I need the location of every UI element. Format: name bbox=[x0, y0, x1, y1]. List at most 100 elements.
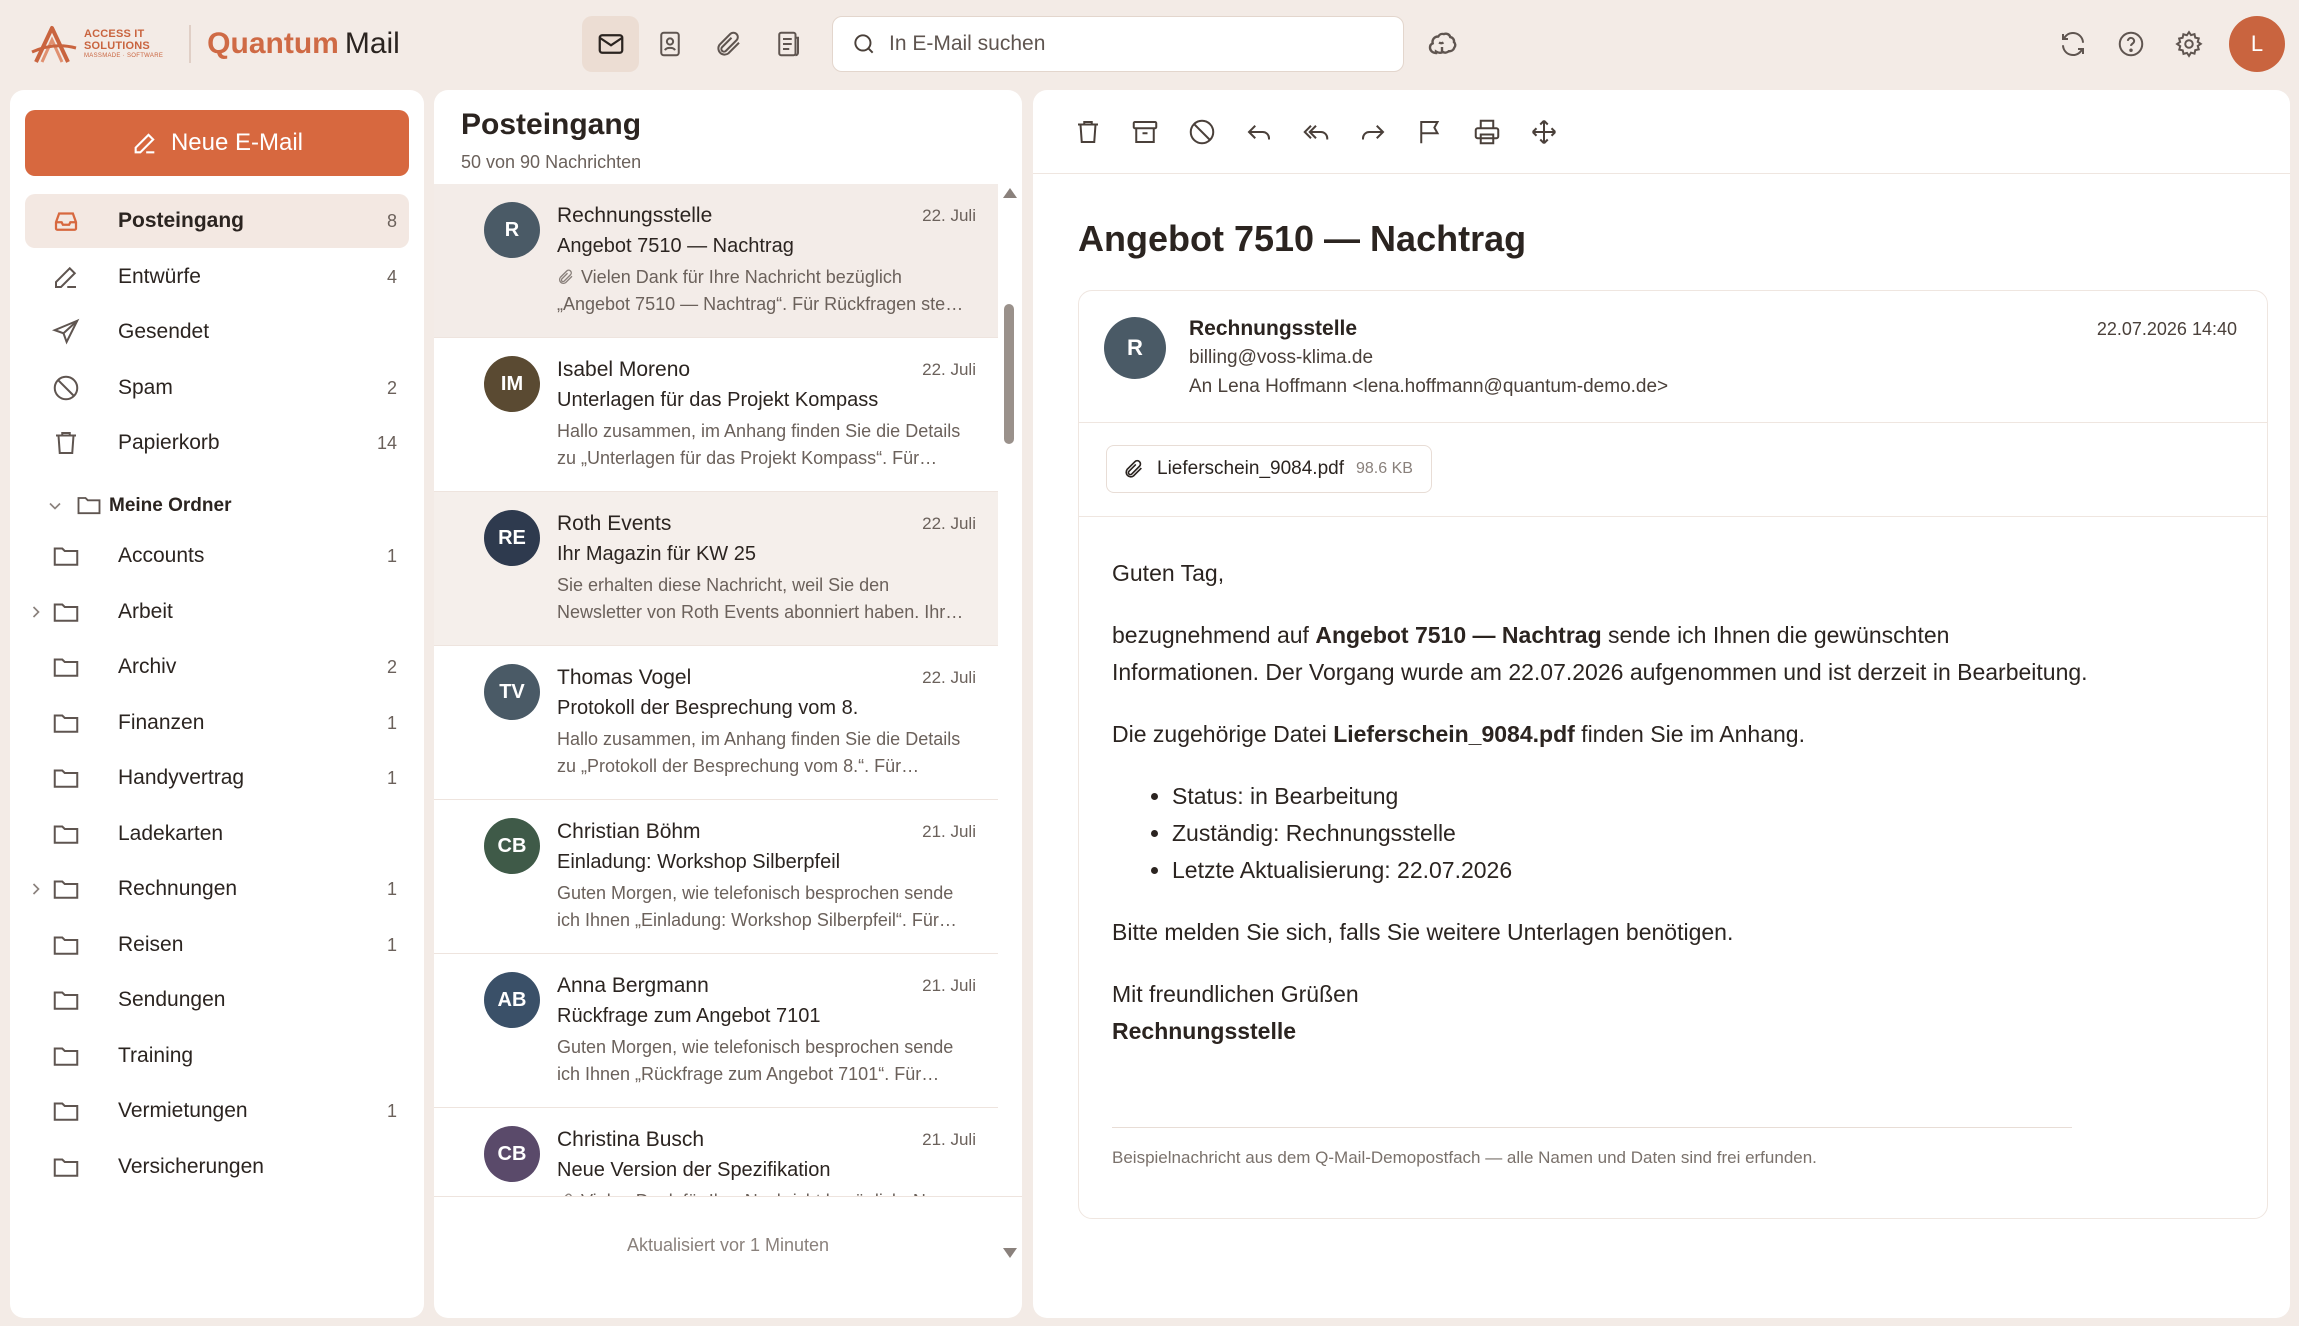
list-header: Posteingang 50 von 90 Nachrichten bbox=[461, 108, 641, 173]
sender-avatar: AB bbox=[484, 972, 540, 1028]
list-footer: Aktualisiert vor 1 Minuten bbox=[434, 1196, 1022, 1318]
sidebar-item-accounts[interactable]: Accounts 1 bbox=[25, 529, 409, 583]
sidebar-item-label: Vermietungen bbox=[118, 1099, 248, 1122]
unread-count: 1 bbox=[386, 712, 397, 733]
mail-icon[interactable] bbox=[582, 16, 639, 72]
body-paragraph-1: bezugnehmend auf Angebot 7510 — Nachtrag… bbox=[1112, 617, 2092, 691]
unread-count: 1 bbox=[386, 1100, 397, 1121]
footer-divider bbox=[1112, 1127, 2072, 1128]
sidebar-item-label: Finanzen bbox=[118, 711, 205, 734]
message-list-item[interactable]: CB Christian Böhm 21. Juli Einladung: Works… bbox=[434, 800, 998, 954]
closing: Mit freundlichen Grüßen bbox=[1112, 981, 1359, 1007]
message-subject: Angebot 7510 — Nachtrag bbox=[557, 235, 794, 257]
sender-avatar: CB bbox=[484, 818, 540, 874]
sidebar-item-reisen[interactable]: Reisen 1 bbox=[25, 918, 409, 972]
chevron-down-icon[interactable] bbox=[45, 496, 65, 516]
block-icon[interactable] bbox=[1184, 114, 1220, 150]
message-list-item[interactable]: IM Isabel Moreno 22. Juli Unterlagen für da… bbox=[434, 338, 998, 492]
pencil-icon bbox=[51, 262, 81, 292]
sidebar-item-ladekarten[interactable]: Ladekarten bbox=[25, 807, 409, 861]
message-list-item[interactable]: R Rechnungsstelle 22. Juli Angebot 7510 — N… bbox=[434, 184, 998, 338]
chevron-right-icon[interactable] bbox=[26, 602, 46, 622]
sidebar-item-rechnungen[interactable]: Rechnungen 1 bbox=[25, 862, 409, 916]
reply-icon[interactable] bbox=[1241, 114, 1277, 150]
folder-icon bbox=[51, 1152, 81, 1182]
list-item: Status: in Bearbeitung bbox=[1172, 778, 2092, 815]
paperclip-icon bbox=[1125, 459, 1142, 478]
sender-email[interactable]: billing@voss-klima.de bbox=[1189, 347, 1373, 369]
folder-icon bbox=[51, 874, 81, 904]
message-preview: Hallo zusammen, im Anhang finden Sie die… bbox=[557, 418, 977, 472]
sender-avatar: CB bbox=[484, 1126, 540, 1182]
folder-icon bbox=[51, 985, 81, 1015]
sidebar-item-label: Gesendet bbox=[118, 320, 210, 343]
notes-icon[interactable] bbox=[759, 16, 816, 72]
sidebar-item-handyvertrag[interactable]: Handyvertrag 1 bbox=[25, 751, 409, 805]
reply-all-icon[interactable] bbox=[1298, 114, 1334, 150]
app-logo[interactable]: ACCESS IT SOLUTIONS MASSMADE · SOFTWARE … bbox=[30, 20, 400, 68]
list-scrollbar[interactable] bbox=[1000, 188, 1018, 1258]
preview-text: Hallo zusammen, im Anhang finden Sie die… bbox=[557, 421, 961, 468]
sidebar-item-label: Versicherungen bbox=[118, 1155, 264, 1178]
my-folders-group[interactable]: Meine Ordner bbox=[25, 486, 409, 526]
greeting: Guten Tag, bbox=[1112, 560, 1225, 586]
preview-text: Guten Morgen, wie telefonisch besprochen… bbox=[557, 883, 957, 930]
text-span: Die zugehörige Datei bbox=[1112, 721, 1334, 747]
user-avatar[interactable]: L bbox=[2229, 16, 2285, 72]
settings-gear-icon[interactable] bbox=[2167, 16, 2211, 72]
search-box[interactable] bbox=[832, 16, 1404, 72]
sidebar-item-sendungen[interactable]: Sendungen bbox=[25, 973, 409, 1027]
paperclip-icon[interactable] bbox=[700, 16, 757, 72]
ai-assistant-icon[interactable] bbox=[1424, 26, 1460, 62]
message-list-item[interactable]: RE Roth Events 22. Juli Ihr Magazin für KW … bbox=[434, 492, 998, 646]
message-list-item[interactable]: CB Christina Busch 21. Juli Neue Version de… bbox=[434, 1108, 998, 1196]
search-input[interactable] bbox=[889, 32, 1403, 56]
forward-icon[interactable] bbox=[1355, 114, 1391, 150]
sidebar-item-inbox[interactable]: Posteingang 8 bbox=[25, 194, 409, 248]
last-updated-text: Aktualisiert vor 1 Minuten bbox=[626, 1235, 830, 1255]
help-icon[interactable] bbox=[2109, 16, 2153, 72]
sidebar-item-label: Entwürfe bbox=[118, 265, 201, 288]
sidebar-item-vermietungen[interactable]: Vermietungen 1 bbox=[25, 1084, 409, 1138]
refresh-icon[interactable] bbox=[2051, 16, 2095, 72]
move-icon[interactable] bbox=[1526, 114, 1562, 150]
demo-footnote: Beispielnachricht aus dem Q-Mail-Demopos… bbox=[1112, 1148, 1817, 1167]
logo-divider bbox=[189, 25, 192, 63]
sidebar-item-spam[interactable]: Spam 2 bbox=[25, 361, 409, 415]
message-list-item[interactable]: TV Thomas Vogel 22. Juli Protokoll der Besp… bbox=[434, 646, 998, 800]
sender-name[interactable]: Rechnungsstelle bbox=[1189, 317, 1357, 341]
scroll-up-arrow-icon[interactable] bbox=[1003, 188, 1017, 198]
sidebar-item-drafts[interactable]: Entwürfe 4 bbox=[25, 250, 409, 304]
delete-icon[interactable] bbox=[1070, 114, 1106, 150]
folder-icon bbox=[51, 930, 81, 960]
list-title: Posteingang bbox=[461, 108, 642, 141]
sidebar-item-archiv[interactable]: Archiv 2 bbox=[25, 640, 409, 694]
message-date: 22. Juli bbox=[922, 668, 976, 687]
archive-icon[interactable] bbox=[1127, 114, 1163, 150]
unread-count: 1 bbox=[386, 878, 397, 899]
folder-icon bbox=[51, 1041, 81, 1071]
message-body: Guten Tag, bezugnehmend auf Angebot 7510… bbox=[1112, 555, 2092, 1050]
sidebar-item-versicherungen[interactable]: Versicherungen bbox=[25, 1140, 409, 1194]
attachment-chip[interactable]: Lieferschein_9084.pdf 98.6 KB bbox=[1106, 445, 1432, 493]
sidebar-item-arbeit[interactable]: Arbeit bbox=[25, 585, 409, 639]
sidebar-item-finanzen[interactable]: Finanzen 1 bbox=[25, 696, 409, 750]
message-list-pane: Posteingang 50 von 90 Nachrichten R Rechn… bbox=[434, 90, 1022, 1318]
contacts-icon[interactable] bbox=[641, 16, 698, 72]
my-folders-label: Meine Ordner bbox=[109, 495, 232, 516]
sidebar-item-trash[interactable]: Papierkorb 14 bbox=[25, 416, 409, 470]
message-subject: Rückfrage zum Angebot 7101 bbox=[557, 1005, 821, 1027]
message-sender: Isabel Moreno bbox=[557, 358, 691, 381]
unread-count: 14 bbox=[376, 432, 397, 453]
sidebar-item-sent[interactable]: Gesendet bbox=[25, 305, 409, 359]
folder-icon bbox=[51, 708, 81, 738]
signature: Rechnungsstelle bbox=[1112, 1018, 1297, 1044]
print-icon[interactable] bbox=[1469, 114, 1505, 150]
sidebar-item-training[interactable]: Training bbox=[25, 1029, 409, 1083]
chevron-right-icon[interactable] bbox=[26, 879, 46, 899]
scrollbar-thumb[interactable] bbox=[1004, 304, 1014, 444]
compose-button[interactable]: Neue E-Mail bbox=[25, 110, 409, 176]
message-list-item[interactable]: AB Anna Bergmann 21. Juli Rückfrage zum Ang… bbox=[434, 954, 998, 1108]
flag-icon[interactable] bbox=[1412, 114, 1448, 150]
message-date: 21. Juli bbox=[922, 976, 976, 995]
